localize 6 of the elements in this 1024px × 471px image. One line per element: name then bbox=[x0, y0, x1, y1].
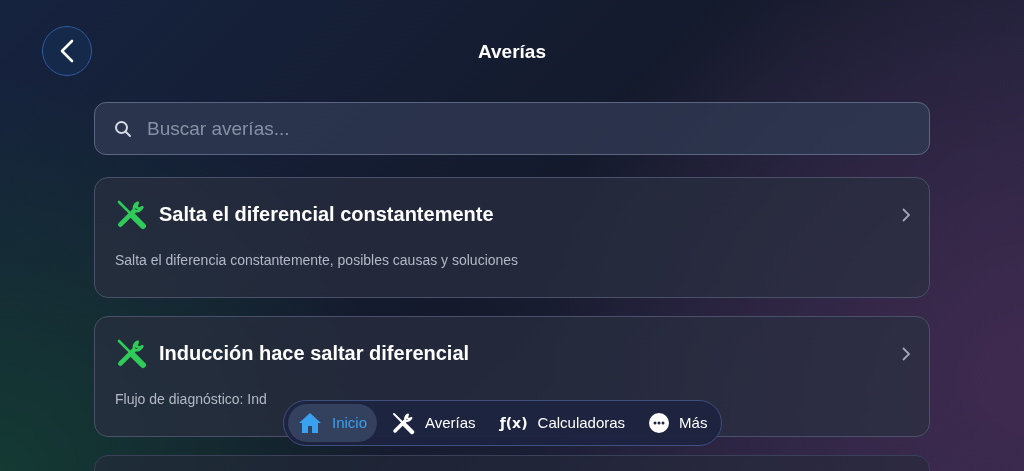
page-title: Averías bbox=[478, 40, 546, 64]
card-description: Flujo de diagnóstico: Ind bbox=[115, 390, 267, 409]
card-description: Salta el diferencia constantemente, posibles causas y soluciones bbox=[115, 251, 519, 270]
card-title: Salta el diferencial constantemente bbox=[159, 202, 494, 227]
function-icon: ƒ(x) bbox=[499, 412, 528, 434]
card-title: Inducción hace saltar diferencial bbox=[159, 341, 470, 366]
